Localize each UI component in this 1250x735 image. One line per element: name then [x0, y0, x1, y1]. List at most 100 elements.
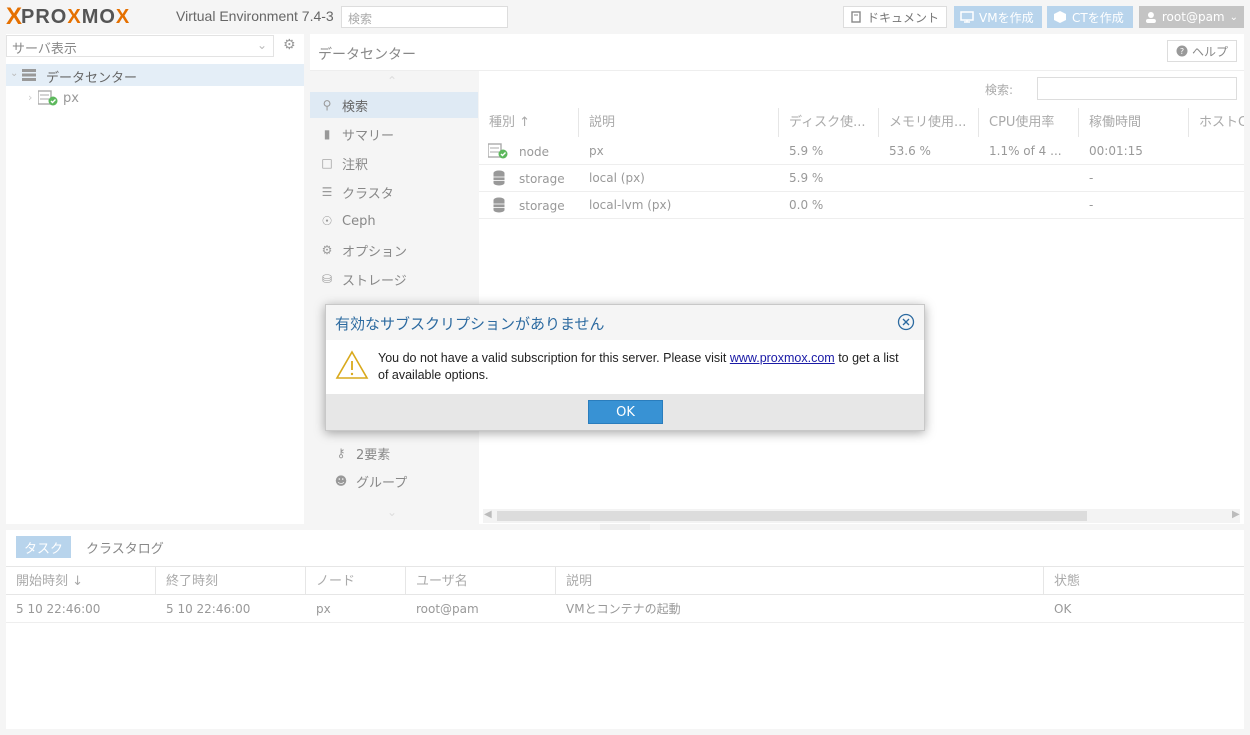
tab-tasks[interactable]: タスク — [16, 536, 72, 558]
book-icon: ▮ — [323, 127, 331, 141]
nav-item-options[interactable]: ⚙ オプション — [310, 237, 478, 263]
chevron-down-icon: ⌄ — [1229, 11, 1238, 23]
column-header-memory[interactable]: メモリ使用... — [879, 108, 979, 137]
database-icon: ⛁ — [321, 272, 333, 286]
column-header-start-time[interactable]: 開始時刻 ↓ — [6, 566, 156, 595]
server-stack-icon — [22, 69, 36, 81]
column-header-end-time[interactable]: 終了時刻 — [156, 566, 306, 595]
logo-wordmark: PROXMOX — [21, 6, 130, 29]
nav-item-notes[interactable]: □ 注釈 — [310, 150, 478, 176]
question-circle-icon: ? — [1176, 45, 1188, 57]
nav-item-groups[interactable]: ☻ グループ — [310, 468, 478, 494]
nav-item-label: クラスタ — [342, 186, 394, 202]
create-vm-button[interactable]: VMを作成 — [954, 6, 1042, 28]
cell-uptime: - — [1089, 171, 1094, 185]
cell-description: local-lvm (px) — [589, 198, 672, 212]
help-label: ヘルプ — [1191, 44, 1228, 59]
proxmox-logo: X PROXMOX — [6, 3, 130, 30]
monitor-icon — [960, 11, 974, 23]
column-header-description[interactable]: 説明 — [579, 108, 779, 137]
tab-cluster-log[interactable]: クラスタログ — [78, 536, 172, 558]
tree-item-datacenter-label: データセンター — [46, 71, 138, 86]
create-ct-button[interactable]: CTを作成 — [1047, 6, 1133, 28]
cell-uptime: 00:01:15 — [1089, 144, 1143, 158]
nav-item-cluster[interactable]: ☰ クラスタ — [310, 179, 478, 205]
global-search-input[interactable]: 検索 — [341, 6, 508, 28]
nav-item-label: オプション — [342, 244, 408, 260]
page-title: データセンター — [318, 47, 416, 63]
logo-part: MO — [81, 5, 116, 28]
scroll-down-icon[interactable]: ⌄ — [387, 505, 397, 519]
view-select[interactable]: サーバ表示 — [6, 35, 274, 57]
nav-item-summary[interactable]: ▮ サマリー — [310, 121, 478, 147]
cell-description: VMとコンテナの起動 — [566, 602, 681, 616]
ok-button[interactable]: OK — [588, 400, 663, 424]
key-icon: ⚷ — [336, 446, 346, 460]
close-icon[interactable] — [897, 313, 915, 331]
nav-item-two-factor[interactable]: ⚷ 2要素 — [310, 440, 478, 466]
warning-icon — [335, 350, 369, 379]
chevron-down-icon: ⌄ — [257, 38, 268, 52]
nav-item-label: 注釈 — [342, 157, 369, 173]
cell-disk: 5.9 % — [789, 144, 824, 158]
nav-item-label: サマリー — [342, 128, 395, 144]
nav-item-ceph[interactable]: ☉ Ceph — [310, 208, 478, 234]
dialog-title: 有効なサブスクリプションがありません — [335, 315, 605, 333]
cell-type: storage — [519, 199, 565, 213]
ceph-icon: ☉ — [321, 214, 333, 228]
column-header-uptime[interactable]: 稼働時間 — [1079, 108, 1189, 137]
cube-icon — [1054, 11, 1066, 23]
nav-item-storage[interactable]: ⛁ ストレージ — [310, 266, 478, 292]
logo-part: PRO — [21, 5, 68, 28]
content-header — [310, 34, 1244, 71]
nav-item-label: 検索 — [342, 99, 369, 115]
column-header-type[interactable]: 種別 ↑ — [479, 108, 579, 137]
nav-item-label: グループ — [356, 475, 408, 491]
database-icon — [493, 170, 505, 186]
cell-status: OK — [1054, 602, 1072, 616]
server-icon: ☰ — [321, 185, 333, 199]
cell-description: px — [589, 144, 604, 158]
column-header-status[interactable]: 状態 — [1044, 566, 1244, 595]
nav-item-search[interactable]: ⚲ 検索 — [310, 92, 478, 118]
task-log-panel — [6, 530, 1244, 729]
note-icon: □ — [321, 156, 333, 170]
cell-node: px — [316, 602, 331, 616]
search-icon: ⚲ — [322, 98, 332, 112]
user-menu-button[interactable]: root@pam ⌄ — [1139, 6, 1244, 28]
logo-part: X — [115, 5, 131, 28]
cell-end-time: 5 10 22:46:00 — [166, 602, 251, 616]
cell-user: root@pam — [416, 602, 479, 616]
node-online-icon[interactable] — [38, 90, 58, 106]
grid-search-input[interactable] — [1037, 77, 1237, 100]
tree-item-node-px[interactable]: px — [63, 91, 79, 106]
column-header-host[interactable]: ホストC — [1189, 108, 1244, 137]
svg-text:?: ? — [1180, 47, 1184, 56]
documentation-button[interactable]: ドキュメント — [843, 6, 947, 28]
version-label: Virtual Environment 7.4-3 — [176, 8, 334, 24]
chevron-right-icon: › — [28, 91, 33, 104]
proxmox-link[interactable]: www.proxmox.com — [730, 351, 835, 365]
cell-type: storage — [519, 172, 565, 186]
gear-icon: ⚙ — [321, 243, 333, 257]
column-header-node[interactable]: ノード — [306, 566, 406, 595]
resource-tree-panel — [6, 34, 304, 524]
column-header-user[interactable]: ユーザ名 — [406, 566, 556, 595]
documentation-label: ドキュメント — [867, 10, 940, 25]
column-header-cpu[interactable]: CPU使用率 — [979, 108, 1079, 137]
gear-icon[interactable]: ⚙ — [283, 37, 296, 53]
chevron-left-icon[interactable]: ◀ — [484, 509, 492, 520]
logo-x: X — [6, 3, 22, 30]
cell-disk: 5.9 % — [789, 171, 824, 185]
book-icon — [851, 11, 861, 23]
nav-item-label: 2要素 — [356, 447, 391, 463]
column-header-disk[interactable]: ディスク使... — [779, 108, 879, 137]
scroll-up-icon[interactable]: ⌃ — [387, 74, 397, 88]
user-icon — [1145, 12, 1156, 23]
grid-search-label: 検索: — [985, 83, 1014, 97]
column-header-description[interactable]: 説明 — [556, 566, 1044, 595]
chevron-right-icon[interactable]: ▶ — [1232, 509, 1240, 520]
help-button[interactable]: ? ヘルプ — [1167, 40, 1237, 62]
scrollbar-thumb[interactable] — [497, 511, 1087, 521]
cell-start-time: 5 10 22:46:00 — [16, 602, 101, 616]
